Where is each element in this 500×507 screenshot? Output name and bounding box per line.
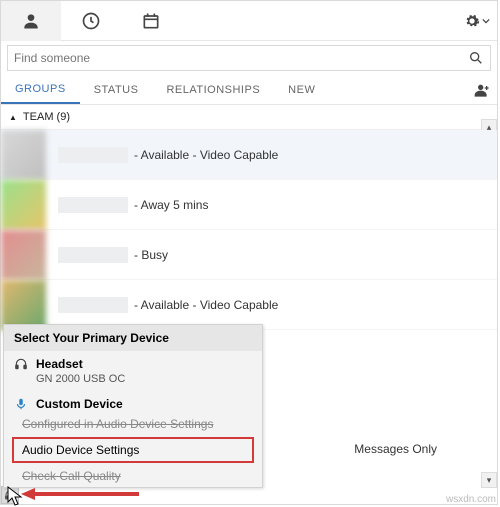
tab-status[interactable]: STATUS — [80, 75, 153, 104]
avatar — [1, 230, 46, 280]
app-window: GROUPS STATUS RELATIONSHIPS NEW ▲ TEAM (… — [0, 0, 498, 505]
avatar — [1, 130, 46, 180]
contact-status: - Available - Video Capable — [134, 298, 278, 312]
collapse-triangle-icon: ▲ — [9, 113, 17, 122]
top-toolbar — [1, 1, 497, 41]
nav-tabs: GROUPS STATUS RELATIONSHIPS NEW — [1, 75, 497, 105]
clock-icon — [81, 11, 101, 31]
chevron-down-icon — [482, 17, 490, 25]
cursor-icon — [7, 486, 23, 506]
messages-only-label: Messages Only — [354, 442, 437, 456]
person-icon — [21, 11, 41, 31]
search-icon[interactable] — [468, 50, 484, 66]
add-person-icon — [474, 82, 490, 98]
history-tab[interactable] — [61, 1, 121, 41]
contact-status: - Busy — [134, 248, 168, 262]
search-box[interactable] — [7, 45, 491, 71]
contact-name-redacted — [58, 197, 128, 213]
audio-device-popup: Select Your Primary Device Headset GN 20… — [3, 324, 263, 488]
scrollbar-down-button[interactable]: ▾ — [481, 472, 497, 488]
popup-title: Select Your Primary Device — [4, 325, 262, 351]
contact-list: - Available - Video Capable - Away 5 min… — [1, 130, 497, 330]
popup-headset-sub: GN 2000 USB OC — [4, 373, 262, 391]
popup-audio-device-settings[interactable]: Audio Device Settings — [12, 437, 254, 463]
avatar — [1, 180, 46, 230]
contact-row[interactable]: - Busy — [1, 230, 497, 280]
popup-headset-label: Headset — [36, 357, 83, 371]
contact-row[interactable]: - Available - Video Capable — [1, 130, 497, 180]
add-contact-button[interactable] — [467, 82, 497, 98]
contact-status: - Available - Video Capable — [134, 148, 278, 162]
search-input[interactable] — [14, 51, 468, 65]
section-team-label: TEAM (9) — [23, 111, 70, 123]
calendar-icon — [141, 11, 161, 31]
contact-name-redacted — [58, 147, 128, 163]
popup-custom-option[interactable]: Custom Device — [4, 391, 262, 413]
annotation-arrow-icon — [21, 486, 141, 502]
contact-row[interactable]: - Available - Video Capable — [1, 280, 497, 330]
contact-row[interactable]: - Away 5 mins — [1, 180, 497, 230]
settings-menu-button[interactable] — [457, 13, 497, 29]
tab-groups[interactable]: GROUPS — [1, 75, 80, 104]
popup-check-call-quality[interactable]: Check Call Quality — [4, 465, 262, 487]
microphone-icon — [14, 397, 28, 411]
contact-status: - Away 5 mins — [134, 198, 208, 212]
tab-relationships[interactable]: RELATIONSHIPS — [152, 75, 274, 104]
search-row — [1, 41, 497, 75]
contact-name-redacted — [58, 297, 128, 313]
calendar-tab[interactable] — [121, 1, 181, 41]
tab-new[interactable]: NEW — [274, 75, 329, 104]
contact-name-redacted — [58, 247, 128, 263]
popup-headset-option[interactable]: Headset — [4, 351, 262, 373]
headset-icon — [14, 357, 28, 371]
section-team-header[interactable]: ▲ TEAM (9) — [1, 105, 497, 130]
popup-custom-label: Custom Device — [36, 397, 123, 411]
gear-icon — [464, 13, 480, 29]
popup-custom-sub: Configured in Audio Device Settings — [4, 413, 262, 435]
watermark: wsxdn.com — [446, 494, 496, 505]
contacts-tab[interactable] — [1, 1, 61, 41]
avatar — [1, 280, 46, 330]
